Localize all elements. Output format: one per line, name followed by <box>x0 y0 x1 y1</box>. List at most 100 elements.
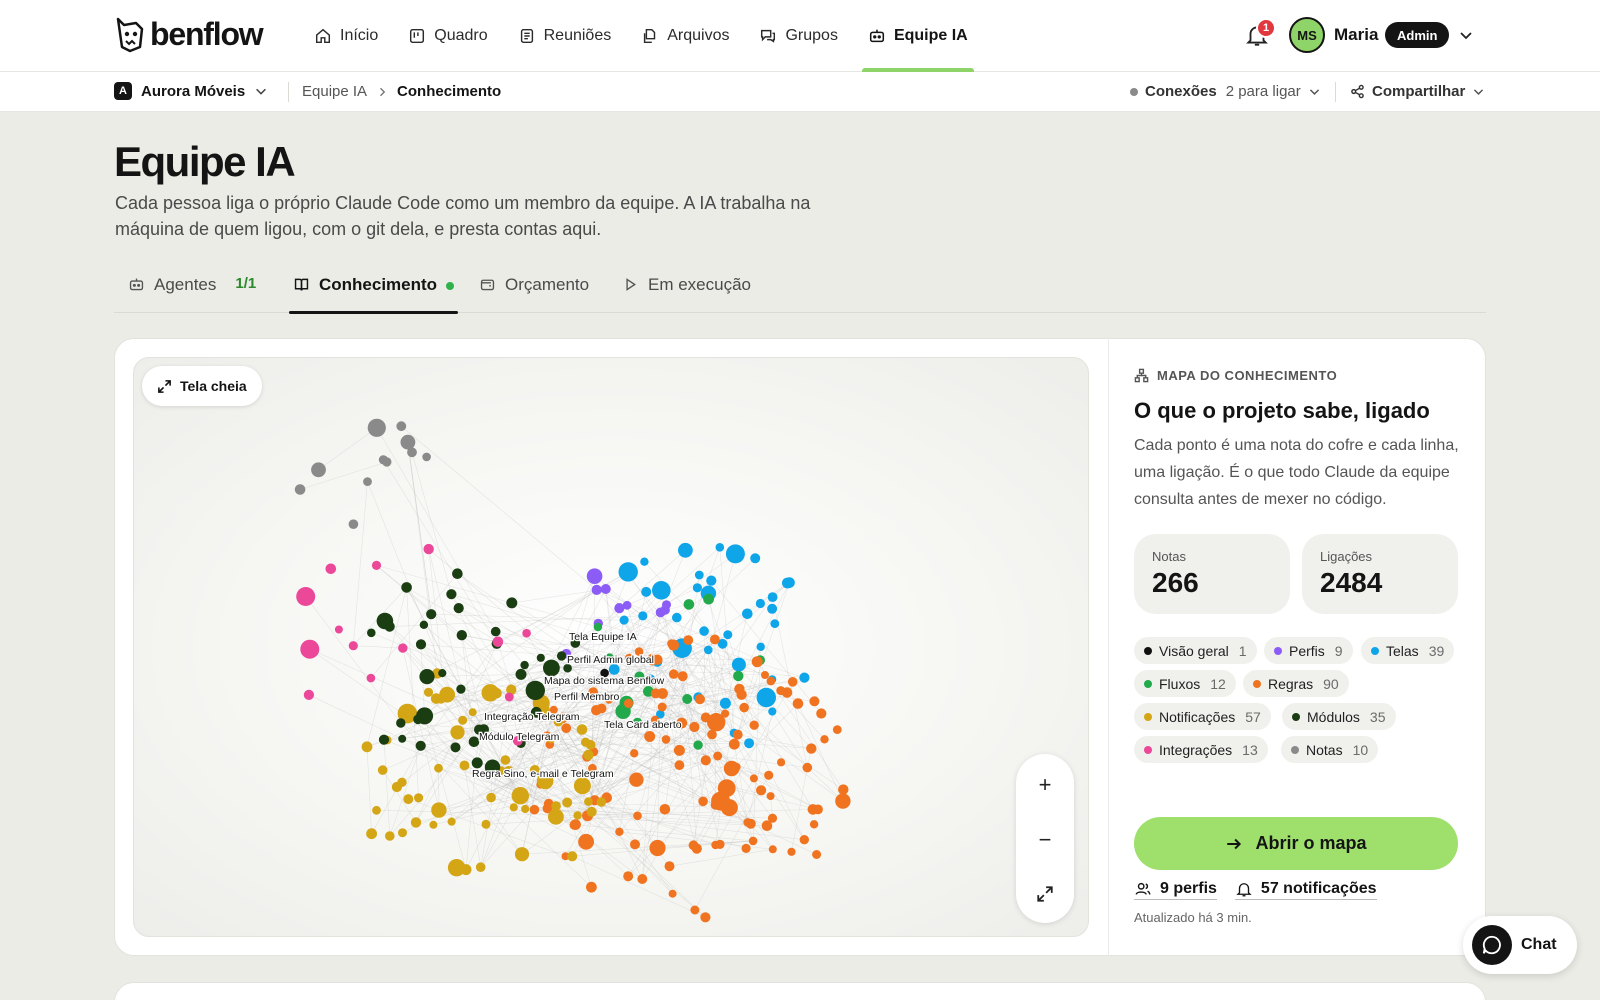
graph-node <box>366 673 376 683</box>
graph-node <box>576 724 588 735</box>
category-chip[interactable]: Notas 10 <box>1281 736 1379 763</box>
category-chip[interactable]: Fluxos 12 <box>1134 670 1236 697</box>
graph-node <box>615 827 624 836</box>
nav-item-grupos[interactable]: Grupos <box>759 0 838 72</box>
tab-orcamento[interactable]: Orçamento <box>479 268 589 313</box>
category-chip[interactable]: Integrações 13 <box>1134 736 1268 763</box>
graph-node <box>446 589 457 600</box>
graph-node <box>816 708 827 719</box>
graph-node-label: Perfil Admin global <box>567 654 654 666</box>
graph-node <box>300 639 320 659</box>
graph-node <box>491 687 502 699</box>
graph-node <box>630 839 640 850</box>
zoom-in-button[interactable]: + <box>1016 759 1074 811</box>
nav-item-quadro[interactable]: Quadro <box>408 0 488 72</box>
share-dropdown[interactable]: Compartilhar <box>1350 83 1485 100</box>
tab-conhecimento[interactable]: Conhecimento <box>288 268 459 314</box>
open-map-button[interactable]: Abrir o mapa <box>1134 817 1458 870</box>
graph-node <box>733 670 744 682</box>
graph-node <box>593 622 603 632</box>
graph-node <box>415 740 426 751</box>
connections-dropdown[interactable]: Conexões 2 para ligar <box>1130 83 1321 100</box>
graph-node <box>422 452 431 462</box>
workspace-switcher[interactable]: A Aurora Móveis <box>114 82 268 100</box>
user-name[interactable]: Maria <box>1334 25 1378 45</box>
nav-item-inicio[interactable]: Início <box>314 0 378 72</box>
breadcrumb-item[interactable]: Equipe IA <box>302 83 367 100</box>
logo[interactable]: benflow <box>114 16 264 53</box>
chat-button[interactable]: Chat <box>1463 916 1577 974</box>
nav-item-equipe-ia[interactable]: Equipe IA <box>861 0 974 72</box>
chip-label: Perfis <box>1289 642 1325 659</box>
graph-node <box>367 418 386 437</box>
graph-edge <box>371 632 512 690</box>
graph-node <box>750 553 761 564</box>
graph-node <box>520 660 529 670</box>
category-chip[interactable]: Telas 39 <box>1361 637 1455 664</box>
eyebrow-label: MAPA DO CONHECIMENTO <box>1157 368 1338 383</box>
category-chip[interactable]: Notificações 57 <box>1134 703 1271 730</box>
logo-text: benflow <box>150 16 264 52</box>
graph-node <box>623 871 634 882</box>
category-chip[interactable]: Módulos 35 <box>1282 703 1396 730</box>
graph-node <box>715 839 725 849</box>
graph-node <box>700 755 711 766</box>
graph-node <box>570 819 581 830</box>
graph-node <box>694 570 704 580</box>
notifications-link[interactable]: 57 notificações <box>1234 880 1377 900</box>
graph-node <box>429 820 438 829</box>
avatar[interactable]: MS <box>1289 17 1325 53</box>
knowledge-graph[interactable]: Tela Equipe IA Perfil Admin global Mapa do… <box>133 357 1089 937</box>
graph-node <box>434 763 443 773</box>
profiles-link[interactable]: 9 perfis <box>1134 880 1217 900</box>
graph-node <box>748 836 758 846</box>
graph-node <box>710 634 720 645</box>
graph-node <box>334 625 343 634</box>
category-color-dot <box>1144 745 1152 754</box>
tab-agentes[interactable]: Agentes 1/1 <box>128 268 256 313</box>
graph-node <box>744 738 755 749</box>
category-color-dot <box>1144 679 1152 688</box>
graph-node <box>766 792 775 801</box>
graph-node <box>430 693 442 704</box>
nav-item-label: Grupos <box>785 27 838 44</box>
profiles-link-label: 9 perfis <box>1160 880 1217 897</box>
graph-edge <box>376 427 496 632</box>
bell-icon <box>1236 883 1252 897</box>
zoom-out-button[interactable]: − <box>1016 814 1074 866</box>
next-card <box>114 982 1486 1000</box>
category-chip[interactable]: Perfis 9 <box>1264 637 1353 664</box>
chip-label: Telas <box>1386 642 1419 659</box>
tab-em-execucao[interactable]: Em execução <box>622 268 751 313</box>
chevron-down-icon <box>1474 89 1484 95</box>
chip-count: 1 <box>1238 642 1247 659</box>
fullscreen-button[interactable]: Tela cheia <box>142 366 262 406</box>
fit-view-button[interactable] <box>1016 868 1074 920</box>
graph-node <box>690 905 700 915</box>
graph-node <box>719 697 731 709</box>
knowledge-graph-canvas[interactable]: Tela Equipe IA Perfil Admin global Mapa do… <box>134 358 1089 937</box>
graph-edge <box>308 694 403 740</box>
graph-node <box>325 563 337 575</box>
chip-label: Regras <box>1268 675 1314 692</box>
graph-node <box>600 584 611 594</box>
graph-node <box>630 749 639 758</box>
graph-node <box>447 817 456 826</box>
chevron-down-icon[interactable] <box>1458 27 1474 43</box>
graph-node <box>787 677 798 687</box>
graph-node <box>749 720 759 730</box>
graph-node <box>809 820 819 829</box>
category-chip[interactable]: Visão geral 1 <box>1134 637 1257 664</box>
nav-item-arquivos[interactable]: Arquivos <box>641 0 729 72</box>
category-color-dot <box>1144 712 1152 721</box>
graph-node <box>414 793 424 803</box>
arrow-right-icon <box>1227 838 1242 849</box>
graph-node <box>756 785 767 796</box>
category-chip[interactable]: Regras 90 <box>1243 670 1349 697</box>
chip-count: 35 <box>1369 708 1386 725</box>
graph-node <box>475 862 486 872</box>
main-nav: Início Quadro Reuniões Arquivos Grupos E… <box>314 0 974 72</box>
nav-item-reunioes[interactable]: Reuniões <box>518 0 611 72</box>
tab-label: Conhecimento <box>319 275 438 294</box>
graph-node <box>522 628 531 638</box>
